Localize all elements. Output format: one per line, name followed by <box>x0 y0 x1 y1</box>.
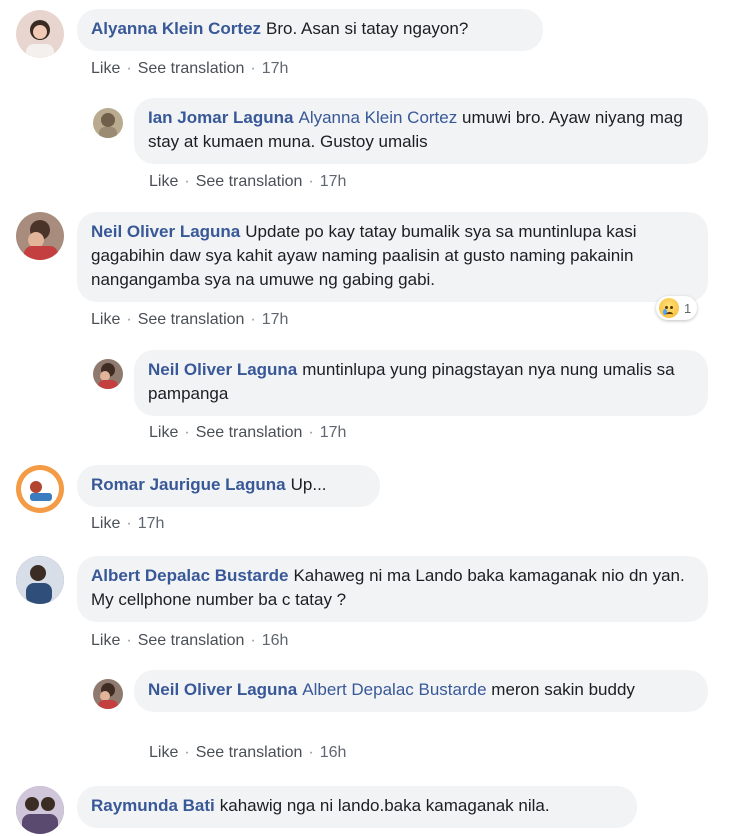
avatar[interactable] <box>16 556 64 604</box>
like-button[interactable]: Like <box>91 515 120 532</box>
comment-actions: Like · See translation · 17h <box>91 60 289 77</box>
comment-timestamp[interactable]: 16h <box>262 632 289 649</box>
comment-bubble: Albert Depalac Bustarde Kahaweg ni ma Lan… <box>77 556 708 622</box>
comment-text: Bro. Asan si tatay ngayon? <box>266 19 469 38</box>
reaction-count: 1 <box>684 300 692 316</box>
comment-actions: Like · See translation · 16h <box>149 744 347 761</box>
avatar[interactable] <box>93 679 123 709</box>
comment-actions: Like · 17h <box>91 515 165 532</box>
avatar[interactable] <box>16 212 64 260</box>
comment-actions: Like · See translation · 17h <box>91 311 289 328</box>
comment-bubble: Ian Jomar Laguna Alyanna Klein Cortez umu… <box>134 98 708 164</box>
comment-actions: Like · See translation · 17h <box>149 173 347 190</box>
comment-text: Up... <box>290 475 327 494</box>
like-button[interactable]: Like <box>149 424 178 441</box>
comment-author[interactable]: Alyanna Klein Cortez <box>91 19 261 38</box>
profile-photo-icon <box>21 470 59 508</box>
profile-photo-icon <box>16 556 64 604</box>
comment-author[interactable]: Raymunda Bati <box>91 796 215 815</box>
like-button[interactable]: Like <box>91 632 120 649</box>
comment-timestamp[interactable]: 16h <box>320 744 347 761</box>
comment-author[interactable]: Romar Jaurigue Laguna <box>91 475 286 494</box>
comment-bubble: Neil Oliver Laguna Update po kay tatay bu… <box>77 212 708 302</box>
comment-actions: Like · See translation · 16h <box>91 632 289 649</box>
comment-timestamp[interactable]: 17h <box>262 60 289 77</box>
profile-photo-icon <box>24 220 58 260</box>
avatar[interactable] <box>93 108 123 138</box>
like-button[interactable]: Like <box>91 311 120 328</box>
see-translation-link[interactable]: See translation <box>138 60 245 77</box>
mention-link[interactable]: Albert Depalac Bustarde <box>302 680 486 699</box>
profile-photo-icon <box>99 113 117 138</box>
comment-text: meron sakin buddy <box>491 680 635 699</box>
profile-photo-icon <box>16 786 64 834</box>
comment-author[interactable]: Neil Oliver Laguna <box>91 222 240 241</box>
mention-link[interactable]: Alyanna Klein Cortez <box>298 108 457 127</box>
avatar[interactable] <box>93 359 123 389</box>
profile-photo-icon <box>98 683 118 709</box>
see-translation-link[interactable]: See translation <box>196 424 303 441</box>
comment-bubble: Raymunda Bati kahawig nga ni lando.baka k… <box>77 786 637 828</box>
comment-author[interactable]: Neil Oliver Laguna <box>148 360 297 379</box>
comment-author[interactable]: Albert Depalac Bustarde <box>91 566 288 585</box>
like-button[interactable]: Like <box>149 173 178 190</box>
profile-photo-icon <box>98 363 118 389</box>
comment-bubble: Alyanna Klein Cortez Bro. Asan si tatay n… <box>77 9 543 51</box>
comment-bubble: Romar Jaurigue Laguna Up... <box>77 465 380 507</box>
comment-text: kahawig nga ni lando.baka kamaganak nila… <box>219 796 550 815</box>
comment-timestamp[interactable]: 17h <box>262 311 289 328</box>
comment-bubble: Neil Oliver Laguna Albert Depalac Bustard… <box>134 670 708 712</box>
comment-actions: Like · See translation · 17h <box>149 424 347 441</box>
see-translation-link[interactable]: See translation <box>196 173 303 190</box>
comment-timestamp[interactable]: 17h <box>320 173 347 190</box>
avatar[interactable] <box>16 10 64 58</box>
sad-reaction-icon <box>659 298 679 318</box>
comment-author[interactable]: Ian Jomar Laguna <box>148 108 293 127</box>
comment-bubble: Neil Oliver Laguna muntinlupa yung pinags… <box>134 350 708 416</box>
comment-timestamp[interactable]: 17h <box>320 424 347 441</box>
comment-author[interactable]: Neil Oliver Laguna <box>148 680 297 699</box>
like-button[interactable]: Like <box>91 60 120 77</box>
see-translation-link[interactable]: See translation <box>196 744 303 761</box>
reaction-count-badge[interactable]: 1 <box>656 296 698 320</box>
profile-photo-icon <box>26 20 54 58</box>
comment-timestamp[interactable]: 17h <box>138 515 165 532</box>
see-translation-link[interactable]: See translation <box>138 311 245 328</box>
avatar[interactable] <box>16 465 64 513</box>
like-button[interactable]: Like <box>149 744 178 761</box>
see-translation-link[interactable]: See translation <box>138 632 245 649</box>
avatar[interactable] <box>16 786 64 834</box>
